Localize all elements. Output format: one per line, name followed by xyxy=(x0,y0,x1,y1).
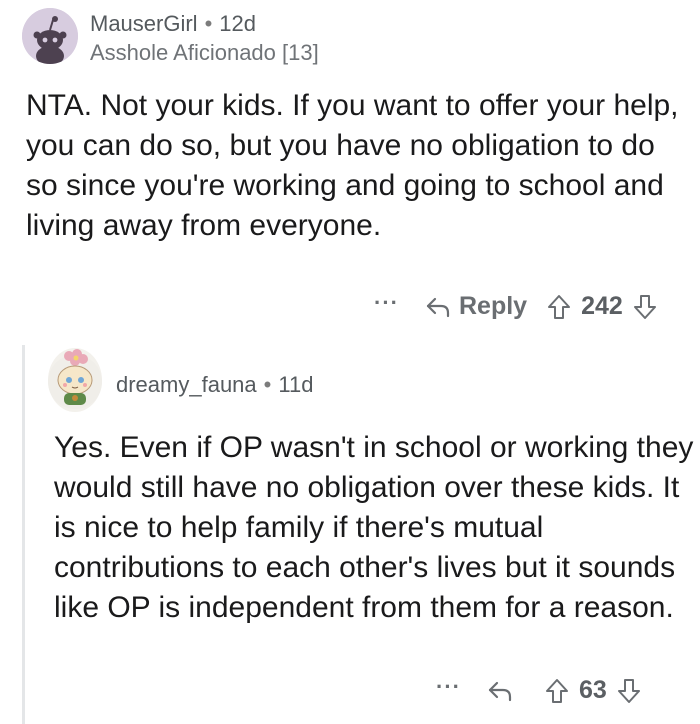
comment-header: MauserGirl • 12d Asshole Aficionado [13] xyxy=(22,8,319,68)
comment-thread: MauserGirl • 12d Asshole Aficionado [13]… xyxy=(0,0,700,724)
reply-actions: ··· 63 xyxy=(436,674,641,705)
more-options-icon[interactable]: ··· xyxy=(436,674,461,700)
reply-label: Reply xyxy=(458,292,528,320)
vote-score: 242 xyxy=(581,292,623,320)
more-options-icon[interactable]: ··· xyxy=(374,290,399,316)
reddit-snoo-avatar-icon xyxy=(22,8,78,64)
comment-timestamp: 12d xyxy=(219,11,256,36)
reply-username[interactable]: dreamy_fauna xyxy=(116,372,257,398)
thread-line[interactable] xyxy=(22,345,25,724)
comment-text: NTA. Not your kids. If you want to offer… xyxy=(26,89,679,242)
comment-actions: ··· Reply 242 xyxy=(374,290,657,321)
reply-arrow-icon xyxy=(426,297,450,317)
upvote-arrow-icon[interactable] xyxy=(547,294,571,320)
avatar-creature-icon xyxy=(48,349,102,409)
downvote-arrow-icon[interactable] xyxy=(617,678,641,704)
reply-meta: dreamy_fauna • 11d xyxy=(116,372,313,398)
reply-header: dreamy_fauna • 11d xyxy=(48,348,313,412)
vote-score: 63 xyxy=(578,676,607,704)
reply-avatar[interactable] xyxy=(48,348,102,412)
comment-meta: MauserGirl • 12d Asshole Aficionado [13] xyxy=(90,8,319,68)
comment-username[interactable]: MauserGirl xyxy=(90,10,198,38)
separator-dot: • xyxy=(263,372,272,397)
reply-timestamp: 11d xyxy=(278,372,314,397)
reply-button[interactable] xyxy=(487,680,521,702)
user-avatar[interactable] xyxy=(22,8,78,64)
reply-text: Yes. Even if OP wasn't in school or work… xyxy=(54,431,694,624)
reply-button[interactable]: Reply xyxy=(425,292,527,321)
downvote-arrow-icon[interactable] xyxy=(633,294,657,320)
upvote-arrow-icon[interactable] xyxy=(545,678,569,704)
separator-dot: • xyxy=(204,11,213,36)
reply-arrow-icon xyxy=(488,681,512,701)
user-flair: Asshole Aficionado [13] xyxy=(90,40,319,65)
